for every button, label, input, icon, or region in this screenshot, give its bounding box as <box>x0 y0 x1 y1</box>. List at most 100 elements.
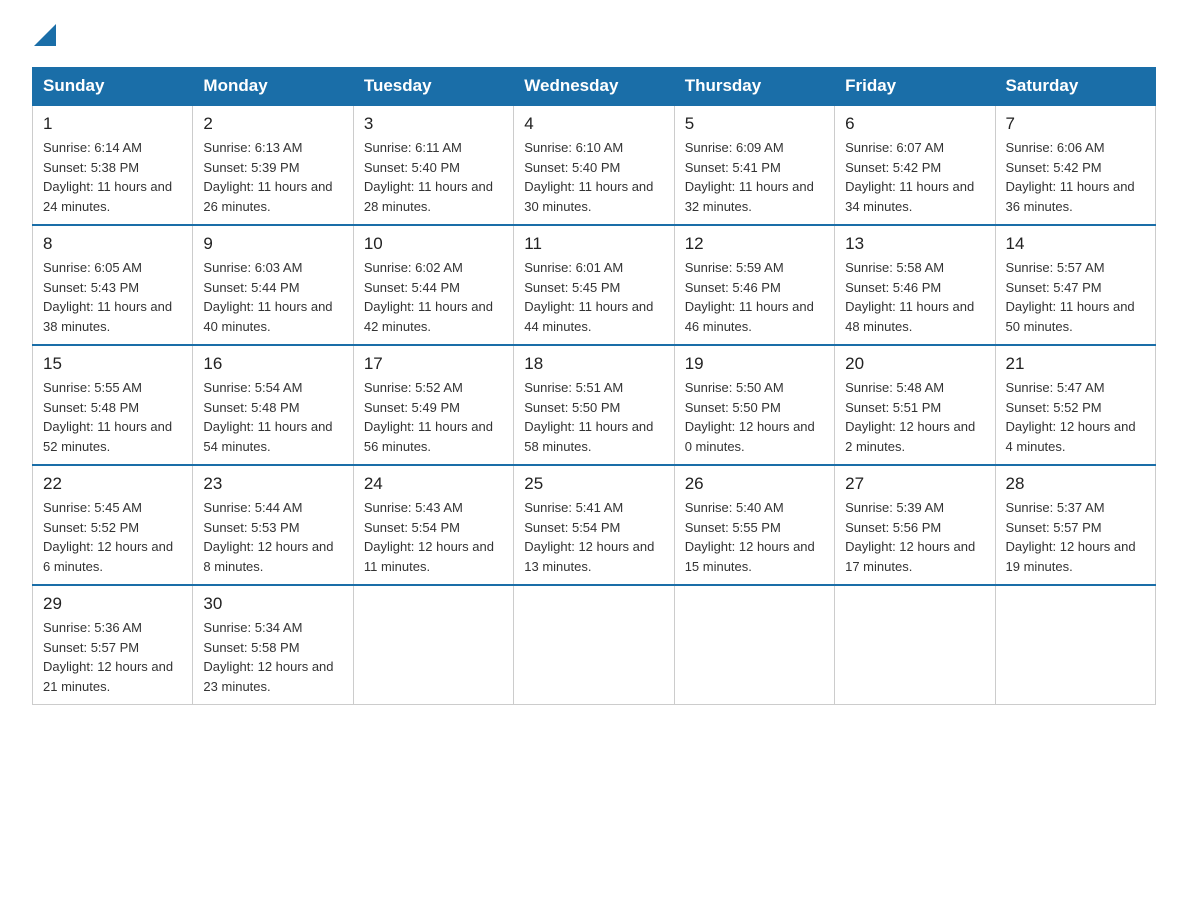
calendar-day-cell: 6 Sunrise: 6:07 AMSunset: 5:42 PMDaylight… <box>835 105 995 225</box>
calendar-empty-cell <box>995 585 1155 705</box>
calendar-week-row: 15 Sunrise: 5:55 AMSunset: 5:48 PMDayligh… <box>33 345 1156 465</box>
calendar-empty-cell <box>674 585 834 705</box>
day-number: 18 <box>524 354 663 374</box>
calendar-day-cell: 5 Sunrise: 6:09 AMSunset: 5:41 PMDaylight… <box>674 105 834 225</box>
day-info: Sunrise: 6:02 AMSunset: 5:44 PMDaylight:… <box>364 258 503 336</box>
day-number: 23 <box>203 474 342 494</box>
calendar-day-cell: 26 Sunrise: 5:40 AMSunset: 5:55 PMDayligh… <box>674 465 834 585</box>
day-info: Sunrise: 6:13 AMSunset: 5:39 PMDaylight:… <box>203 138 342 216</box>
day-number: 30 <box>203 594 342 614</box>
day-number: 22 <box>43 474 182 494</box>
calendar-week-row: 1 Sunrise: 6:14 AMSunset: 5:38 PMDaylight… <box>33 105 1156 225</box>
calendar-day-cell: 21 Sunrise: 5:47 AMSunset: 5:52 PMDayligh… <box>995 345 1155 465</box>
day-info: Sunrise: 5:40 AMSunset: 5:55 PMDaylight:… <box>685 498 824 576</box>
day-number: 21 <box>1006 354 1145 374</box>
day-info: Sunrise: 5:55 AMSunset: 5:48 PMDaylight:… <box>43 378 182 456</box>
calendar-day-cell: 29 Sunrise: 5:36 AMSunset: 5:57 PMDayligh… <box>33 585 193 705</box>
day-number: 24 <box>364 474 503 494</box>
calendar-empty-cell <box>835 585 995 705</box>
day-info: Sunrise: 5:36 AMSunset: 5:57 PMDaylight:… <box>43 618 182 696</box>
day-number: 5 <box>685 114 824 134</box>
calendar-day-cell: 10 Sunrise: 6:02 AMSunset: 5:44 PMDayligh… <box>353 225 513 345</box>
day-info: Sunrise: 6:11 AMSunset: 5:40 PMDaylight:… <box>364 138 503 216</box>
day-info: Sunrise: 5:48 AMSunset: 5:51 PMDaylight:… <box>845 378 984 456</box>
day-number: 20 <box>845 354 984 374</box>
day-info: Sunrise: 5:52 AMSunset: 5:49 PMDaylight:… <box>364 378 503 456</box>
day-number: 14 <box>1006 234 1145 254</box>
calendar-header-tuesday: Tuesday <box>353 68 513 106</box>
day-info: Sunrise: 6:10 AMSunset: 5:40 PMDaylight:… <box>524 138 663 216</box>
calendar-day-cell: 18 Sunrise: 5:51 AMSunset: 5:50 PMDayligh… <box>514 345 674 465</box>
calendar-day-cell: 1 Sunrise: 6:14 AMSunset: 5:38 PMDaylight… <box>33 105 193 225</box>
calendar-day-cell: 16Sunrise: 5:54 AMSunset: 5:48 PMDayligh… <box>193 345 353 465</box>
day-number: 2 <box>203 114 342 134</box>
day-info: Sunrise: 6:09 AMSunset: 5:41 PMDaylight:… <box>685 138 824 216</box>
calendar-day-cell: 2 Sunrise: 6:13 AMSunset: 5:39 PMDaylight… <box>193 105 353 225</box>
calendar-day-cell: 27 Sunrise: 5:39 AMSunset: 5:56 PMDayligh… <box>835 465 995 585</box>
day-number: 25 <box>524 474 663 494</box>
calendar-header-saturday: Saturday <box>995 68 1155 106</box>
calendar-day-cell: 3 Sunrise: 6:11 AMSunset: 5:40 PMDaylight… <box>353 105 513 225</box>
day-info: Sunrise: 5:47 AMSunset: 5:52 PMDaylight:… <box>1006 378 1145 456</box>
calendar-day-cell: 9 Sunrise: 6:03 AMSunset: 5:44 PMDaylight… <box>193 225 353 345</box>
day-number: 8 <box>43 234 182 254</box>
day-number: 6 <box>845 114 984 134</box>
calendar-day-cell: 28 Sunrise: 5:37 AMSunset: 5:57 PMDayligh… <box>995 465 1155 585</box>
day-info: Sunrise: 5:58 AMSunset: 5:46 PMDaylight:… <box>845 258 984 336</box>
calendar-day-cell: 24 Sunrise: 5:43 AMSunset: 5:54 PMDayligh… <box>353 465 513 585</box>
day-number: 1 <box>43 114 182 134</box>
calendar-day-cell: 4 Sunrise: 6:10 AMSunset: 5:40 PMDaylight… <box>514 105 674 225</box>
day-number: 4 <box>524 114 663 134</box>
day-info: Sunrise: 5:57 AMSunset: 5:47 PMDaylight:… <box>1006 258 1145 336</box>
day-info: Sunrise: 5:44 AMSunset: 5:53 PMDaylight:… <box>203 498 342 576</box>
day-number: 13 <box>845 234 984 254</box>
calendar-header-friday: Friday <box>835 68 995 106</box>
calendar-week-row: 8Sunrise: 6:05 AMSunset: 5:43 PMDaylight… <box>33 225 1156 345</box>
day-info: Sunrise: 6:01 AMSunset: 5:45 PMDaylight:… <box>524 258 663 336</box>
day-info: Sunrise: 5:45 AMSunset: 5:52 PMDaylight:… <box>43 498 182 576</box>
calendar-header-thursday: Thursday <box>674 68 834 106</box>
calendar-day-cell: 7Sunrise: 6:06 AMSunset: 5:42 PMDaylight… <box>995 105 1155 225</box>
calendar-day-cell: 22 Sunrise: 5:45 AMSunset: 5:52 PMDayligh… <box>33 465 193 585</box>
day-number: 12 <box>685 234 824 254</box>
calendar-week-row: 22 Sunrise: 5:45 AMSunset: 5:52 PMDayligh… <box>33 465 1156 585</box>
day-info: Sunrise: 5:37 AMSunset: 5:57 PMDaylight:… <box>1006 498 1145 576</box>
calendar-day-cell: 25Sunrise: 5:41 AMSunset: 5:54 PMDayligh… <box>514 465 674 585</box>
day-info: Sunrise: 6:14 AMSunset: 5:38 PMDaylight:… <box>43 138 182 216</box>
logo-triangle-icon <box>34 24 56 46</box>
day-info: Sunrise: 6:06 AMSunset: 5:42 PMDaylight:… <box>1006 138 1145 216</box>
day-info: Sunrise: 5:54 AMSunset: 5:48 PMDaylight:… <box>203 378 342 456</box>
calendar-day-cell: 15 Sunrise: 5:55 AMSunset: 5:48 PMDayligh… <box>33 345 193 465</box>
calendar-table: SundayMondayTuesdayWednesdayThursdayFrid… <box>32 67 1156 705</box>
day-number: 26 <box>685 474 824 494</box>
day-number: 9 <box>203 234 342 254</box>
day-info: Sunrise: 5:39 AMSunset: 5:56 PMDaylight:… <box>845 498 984 576</box>
calendar-day-cell: 23 Sunrise: 5:44 AMSunset: 5:53 PMDayligh… <box>193 465 353 585</box>
calendar-empty-cell <box>514 585 674 705</box>
day-info: Sunrise: 5:43 AMSunset: 5:54 PMDaylight:… <box>364 498 503 576</box>
day-info: Sunrise: 5:51 AMSunset: 5:50 PMDaylight:… <box>524 378 663 456</box>
calendar-header-row: SundayMondayTuesdayWednesdayThursdayFrid… <box>33 68 1156 106</box>
calendar-header-sunday: Sunday <box>33 68 193 106</box>
calendar-day-cell: 17 Sunrise: 5:52 AMSunset: 5:49 PMDayligh… <box>353 345 513 465</box>
day-number: 17 <box>364 354 503 374</box>
calendar-day-cell: 20 Sunrise: 5:48 AMSunset: 5:51 PMDayligh… <box>835 345 995 465</box>
day-number: 10 <box>364 234 503 254</box>
day-number: 29 <box>43 594 182 614</box>
calendar-day-cell: 14 Sunrise: 5:57 AMSunset: 5:47 PMDayligh… <box>995 225 1155 345</box>
page-header <box>32 24 1156 51</box>
day-info: Sunrise: 5:50 AMSunset: 5:50 PMDaylight:… <box>685 378 824 456</box>
calendar-day-cell: 13 Sunrise: 5:58 AMSunset: 5:46 PMDayligh… <box>835 225 995 345</box>
calendar-empty-cell <box>353 585 513 705</box>
day-info: Sunrise: 5:34 AMSunset: 5:58 PMDaylight:… <box>203 618 342 696</box>
calendar-day-cell: 11Sunrise: 6:01 AMSunset: 5:45 PMDayligh… <box>514 225 674 345</box>
calendar-day-cell: 12 Sunrise: 5:59 AMSunset: 5:46 PMDayligh… <box>674 225 834 345</box>
day-number: 15 <box>43 354 182 374</box>
day-info: Sunrise: 6:03 AMSunset: 5:44 PMDaylight:… <box>203 258 342 336</box>
day-info: Sunrise: 6:07 AMSunset: 5:42 PMDaylight:… <box>845 138 984 216</box>
day-number: 28 <box>1006 474 1145 494</box>
day-info: Sunrise: 5:59 AMSunset: 5:46 PMDaylight:… <box>685 258 824 336</box>
day-number: 27 <box>845 474 984 494</box>
calendar-header-monday: Monday <box>193 68 353 106</box>
day-number: 3 <box>364 114 503 134</box>
